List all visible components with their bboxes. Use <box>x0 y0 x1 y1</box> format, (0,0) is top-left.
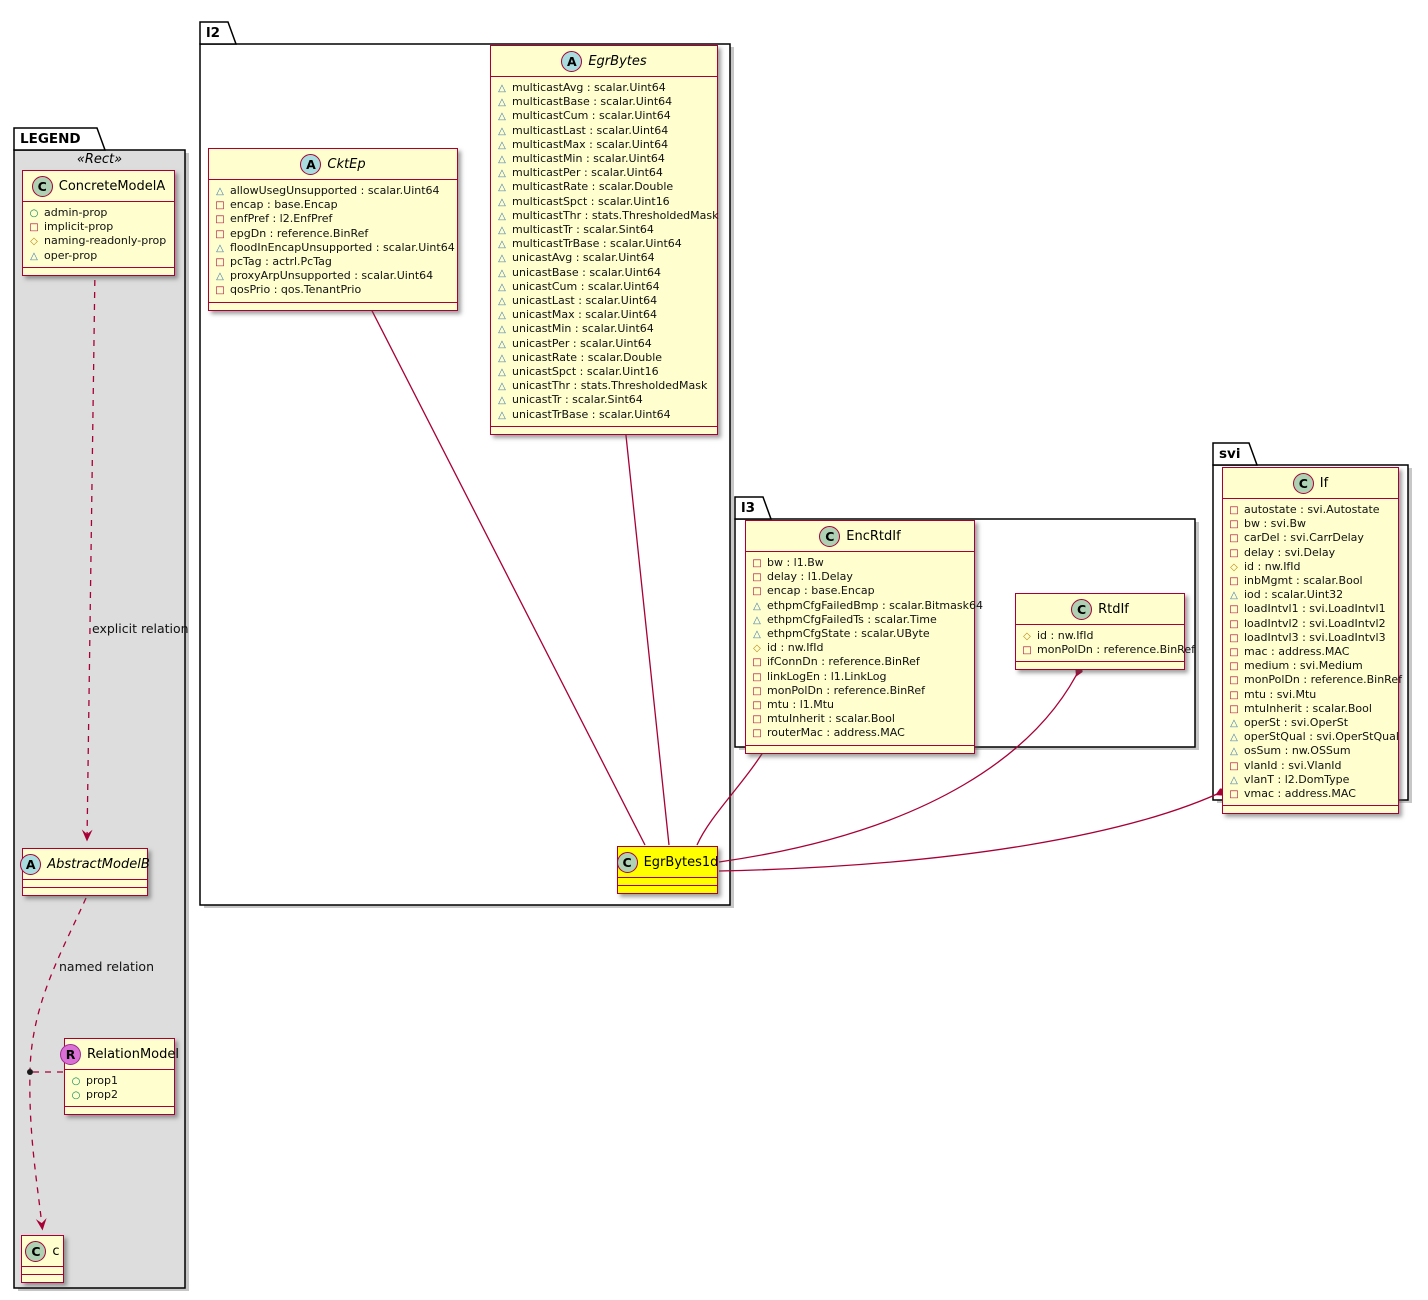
diagram-underlay <box>0 0 1428 1300</box>
package-tab-svi <box>1213 443 1257 465</box>
package-body-l2 <box>200 44 730 905</box>
uml-class-diagram: LEGEND«Rect»l2l3svi CConcreteModelA○admi… <box>0 0 1428 1300</box>
package-tab-l3 <box>735 497 771 519</box>
composition-edge-svi-if-egrbytes1d <box>719 789 1228 871</box>
named-relation-junction-dot <box>27 1069 33 1075</box>
package-body-legend <box>14 150 185 1288</box>
package-tab-legend <box>14 128 105 150</box>
package-body-l3 <box>735 519 1195 747</box>
package-body-svi <box>1213 465 1408 800</box>
package-tab-l2 <box>200 22 236 44</box>
